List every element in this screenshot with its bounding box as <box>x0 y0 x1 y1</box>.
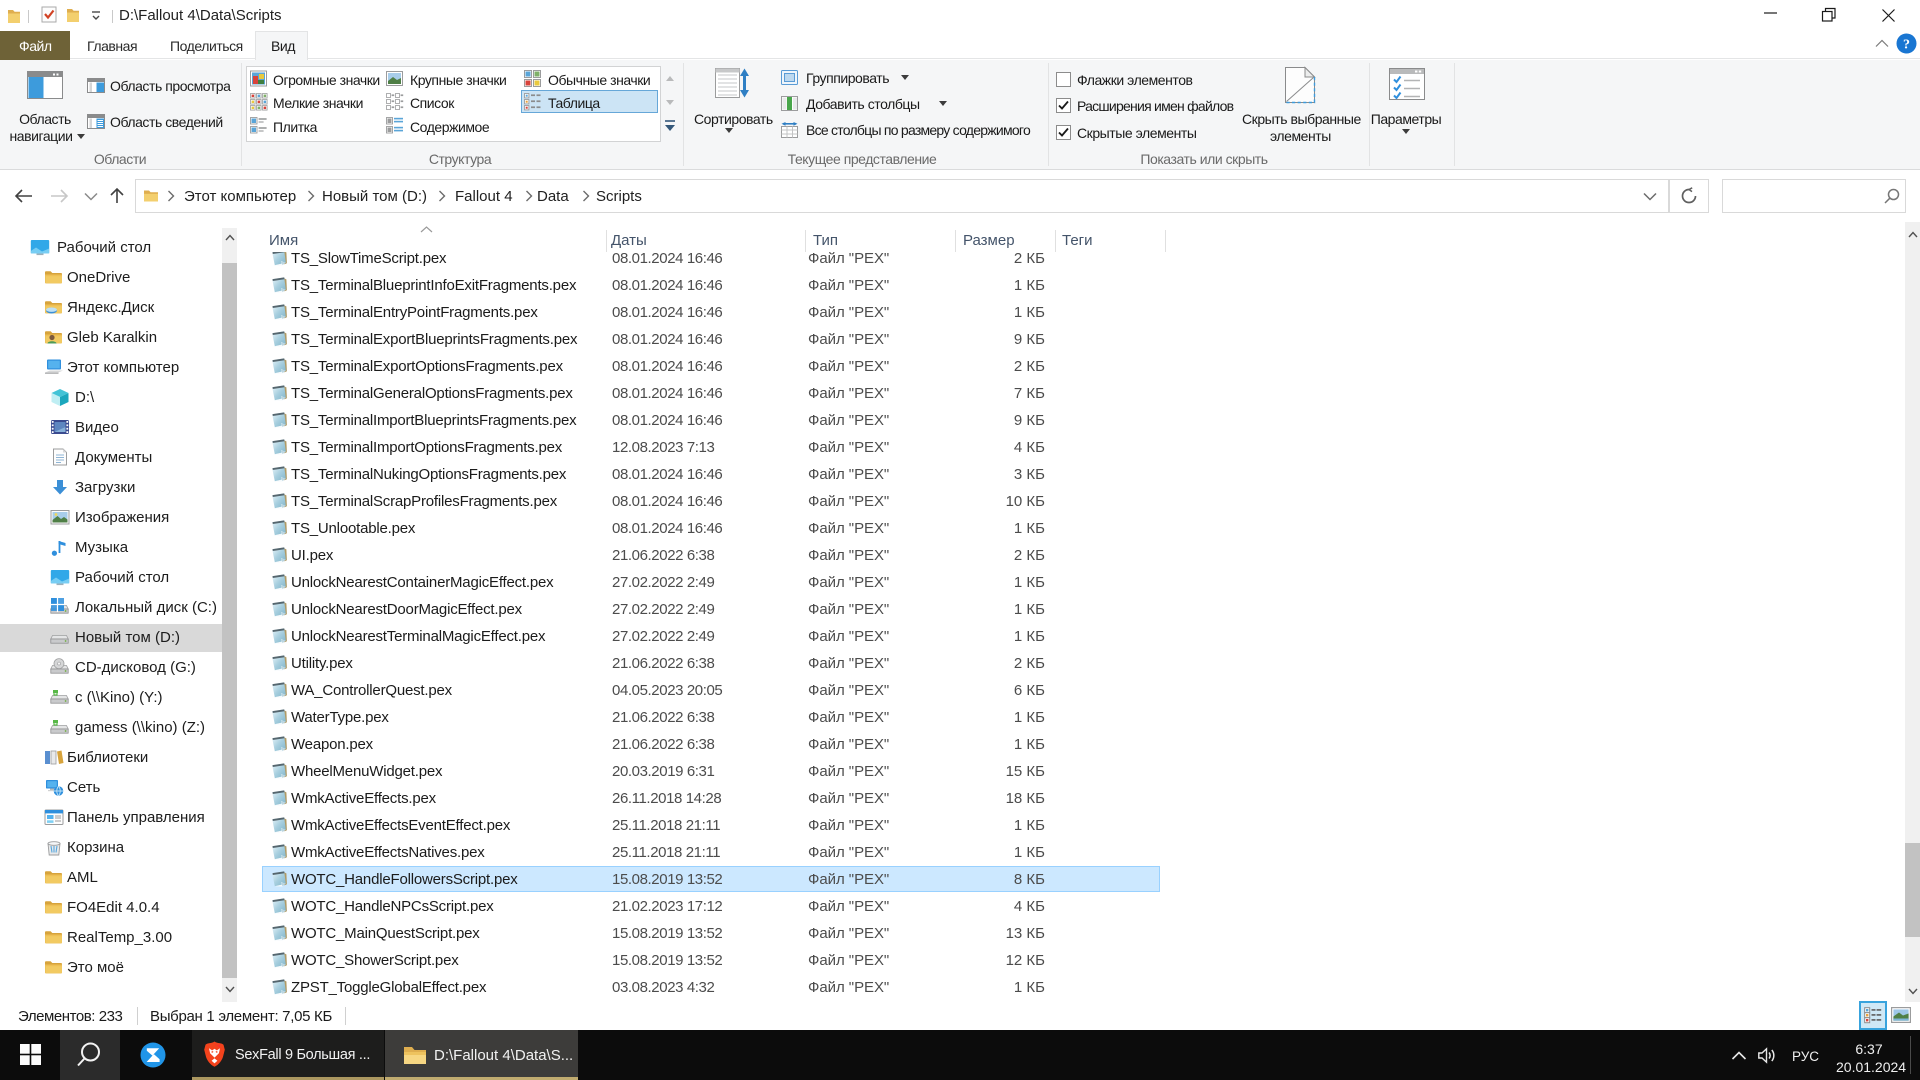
svg-text:?: ? <box>1903 38 1910 53</box>
